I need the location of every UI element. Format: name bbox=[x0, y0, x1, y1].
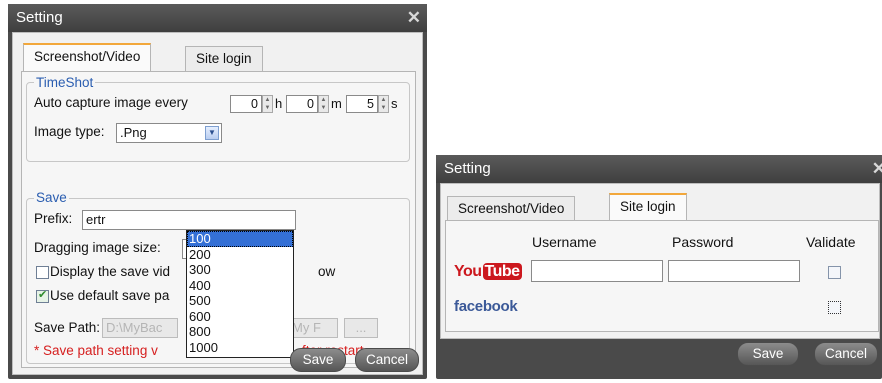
dragging-size-label: Dragging image size: bbox=[34, 240, 161, 255]
save-path-input-tail: My F bbox=[288, 318, 338, 338]
hours-unit: h bbox=[275, 96, 283, 111]
image-type-label: Image type: bbox=[34, 124, 105, 139]
password-column-header: Password bbox=[672, 234, 734, 250]
dialog-body: Screenshot/Video Site login TimeShot Aut… bbox=[12, 32, 423, 375]
setting-dialog-right: Setting ✕ Screenshot/Video Site login Us… bbox=[436, 155, 882, 379]
seconds-unit: s bbox=[391, 96, 398, 111]
dropdown-option[interactable]: 400 bbox=[187, 278, 293, 294]
dragging-size-dropdown[interactable]: 100 200 300 400 500 600 800 1000 bbox=[186, 230, 294, 358]
dropdown-option[interactable]: 300 bbox=[187, 262, 293, 278]
dropdown-option[interactable]: 1000 bbox=[187, 340, 293, 356]
youtube-validate-checkbox[interactable] bbox=[828, 266, 841, 279]
setting-dialog-left: Setting ✕ Screenshot/Video Site login Ti… bbox=[8, 4, 427, 379]
tab-label: Screenshot/Video bbox=[458, 201, 565, 216]
prefix-input[interactable]: ertr bbox=[82, 210, 296, 230]
dialog-title: Setting bbox=[16, 9, 63, 26]
dropdown-option[interactable]: 800 bbox=[187, 324, 293, 340]
youtube-username-input[interactable] bbox=[531, 260, 663, 282]
auto-capture-label: Auto capture image every bbox=[34, 95, 188, 110]
tab-screenshot-video[interactable]: Screenshot/Video bbox=[447, 196, 576, 221]
tab-label: Screenshot/Video bbox=[34, 49, 141, 64]
dropdown-option[interactable]: 500 bbox=[187, 293, 293, 309]
tab-site-login[interactable]: Site login bbox=[609, 193, 687, 221]
save-path-note: * Save path setting v bbox=[34, 343, 158, 358]
youtube-logo: You Tube bbox=[454, 263, 522, 281]
save-button[interactable]: Save bbox=[290, 348, 346, 372]
timeshot-group bbox=[26, 82, 410, 162]
use-default-path-label: Use default save pa bbox=[50, 288, 170, 303]
dropdown-option[interactable]: 200 bbox=[187, 247, 293, 263]
dropdown-option[interactable]: 100 bbox=[187, 231, 293, 247]
checkmark-icon: ✔ bbox=[38, 289, 48, 301]
minutes-spinner[interactable]: ▲ ▼ bbox=[318, 95, 329, 113]
browse-button[interactable]: ... bbox=[344, 318, 378, 338]
timeshot-legend: TimeShot bbox=[34, 75, 96, 90]
seconds-spinner[interactable]: ▲ ▼ bbox=[378, 95, 389, 113]
tab-label: Site login bbox=[196, 51, 252, 66]
save-button[interactable]: Save bbox=[737, 342, 799, 366]
save-path-label: Save Path: bbox=[34, 320, 101, 335]
username-column-header: Username bbox=[532, 234, 597, 250]
dialog-title: Setting bbox=[444, 160, 491, 177]
use-default-path-checkbox[interactable]: ✔ bbox=[36, 289, 49, 303]
cancel-button[interactable]: Cancel bbox=[355, 348, 419, 372]
title-bar: Setting ✕ bbox=[8, 4, 427, 32]
tab-screenshot-video[interactable]: Screenshot/Video bbox=[23, 43, 152, 71]
image-type-select[interactable]: .Png ▼ bbox=[116, 123, 222, 143]
close-icon[interactable]: ✕ bbox=[872, 155, 882, 183]
tab-site-login[interactable]: Site login bbox=[185, 46, 263, 71]
minutes-unit: m bbox=[331, 96, 342, 111]
tab-label: Site login bbox=[620, 199, 676, 214]
cancel-button[interactable]: Cancel bbox=[814, 342, 878, 366]
close-icon[interactable]: ✕ bbox=[407, 4, 421, 32]
dropdown-option[interactable]: 600 bbox=[187, 309, 293, 325]
display-save-checkbox[interactable] bbox=[36, 266, 49, 279]
chevron-down-icon[interactable]: ▼ bbox=[205, 126, 219, 140]
save-legend: Save bbox=[34, 190, 69, 205]
prefix-label: Prefix: bbox=[34, 211, 73, 226]
validate-column-header: Validate bbox=[806, 234, 856, 250]
hours-spinner[interactable]: ▲ ▼ bbox=[262, 95, 273, 113]
facebook-validate-checkbox[interactable] bbox=[828, 301, 841, 314]
save-path-input[interactable]: D:\MyBac bbox=[102, 318, 178, 338]
dialog-body: Screenshot/Video Site login Username Pas… bbox=[440, 183, 880, 339]
hours-input[interactable]: 0 bbox=[230, 95, 262, 113]
title-bar: Setting ✕ bbox=[436, 155, 882, 183]
seconds-input[interactable]: 5 bbox=[346, 95, 378, 113]
facebook-logo: facebook bbox=[454, 298, 518, 315]
minutes-input[interactable]: 0 bbox=[286, 95, 318, 113]
tab-panel-site-login: Username Password Validate You Tube faceb… bbox=[445, 220, 879, 332]
image-type-value: .Png bbox=[120, 125, 147, 140]
youtube-password-input[interactable] bbox=[668, 260, 800, 282]
display-save-label: Display the save vid bbox=[50, 264, 171, 279]
youtube-logo-you: You bbox=[454, 263, 482, 280]
youtube-logo-tube: Tube bbox=[482, 263, 522, 280]
display-save-label-tail: ow bbox=[318, 264, 336, 279]
